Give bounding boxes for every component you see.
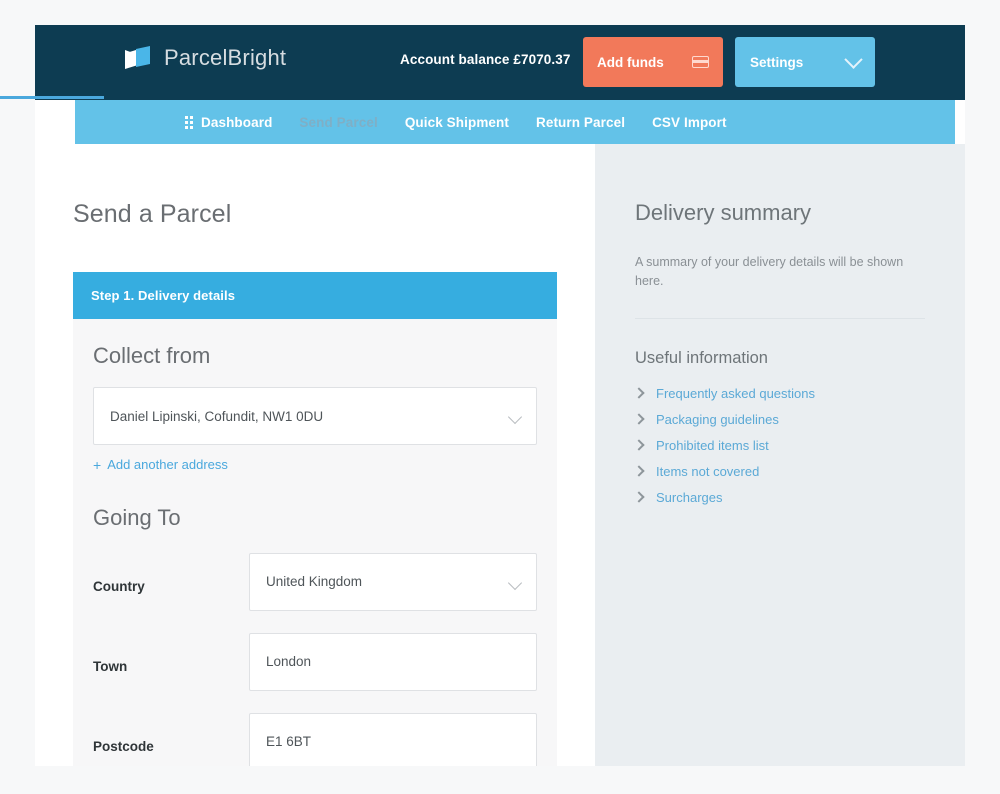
country-value: United Kingdom xyxy=(266,574,363,589)
settings-button[interactable]: Settings xyxy=(735,37,875,87)
settings-label: Settings xyxy=(750,54,804,70)
parcel-book-icon xyxy=(125,45,151,71)
chevron-right-icon xyxy=(633,387,645,399)
field-row-country: Country United Kingdom xyxy=(93,552,537,611)
useful-information-list: Frequently asked questions Packaging gui… xyxy=(633,385,925,505)
town-control xyxy=(249,632,537,691)
going-to-heading: Going To xyxy=(93,504,181,530)
collect-from-value: Daniel Lipinski, Cofundit, NW1 0DU xyxy=(110,408,324,424)
collect-from-select[interactable]: Daniel Lipinski, Cofundit, NW1 0DU xyxy=(93,387,537,445)
nav-label-return-parcel: Return Parcel xyxy=(535,114,626,130)
chevron-right-icon xyxy=(633,413,645,425)
add-another-address-link[interactable]: + Add another address xyxy=(93,457,228,472)
add-funds-label: Add funds xyxy=(597,54,664,70)
brand-name: ParcelBright xyxy=(164,45,287,70)
town-label: Town xyxy=(93,658,128,674)
add-funds-button[interactable]: Add funds xyxy=(583,37,723,87)
sidebar-divider xyxy=(635,317,925,319)
grid-dots-icon xyxy=(185,115,193,129)
credit-card-icon xyxy=(692,56,709,68)
nav-label-quick-shipment: Quick Shipment xyxy=(404,114,509,130)
field-row-postcode: Postcode xyxy=(93,712,537,766)
left-accent-rule xyxy=(0,96,104,99)
country-select[interactable]: United Kingdom xyxy=(249,552,537,611)
nav-label-send-parcel: Send Parcel xyxy=(299,114,378,130)
delivery-details-form: Collect from Daniel Lipinski, Cofundit, … xyxy=(73,319,557,766)
brand[interactable]: ParcelBright xyxy=(125,45,286,71)
country-control: United Kingdom xyxy=(249,552,537,611)
link-label: Prohibited items list xyxy=(656,437,769,453)
nav-item-return-parcel[interactable]: Return Parcel xyxy=(536,115,625,130)
plus-icon: + xyxy=(93,456,102,473)
top-bar: ParcelBright Account balance £7070.37 Ad… xyxy=(35,25,965,100)
postcode-label: Postcode xyxy=(93,738,154,754)
content-area: Send a Parcel Step 1. Delivery details C… xyxy=(35,144,965,766)
chevron-right-icon xyxy=(633,439,645,451)
nav-label-csv-import: CSV Import xyxy=(652,114,727,130)
chevron-down-icon xyxy=(844,49,863,69)
list-item[interactable]: Packaging guidelines xyxy=(633,411,925,427)
list-item[interactable]: Items not covered xyxy=(633,463,925,479)
list-item[interactable]: Frequently asked questions xyxy=(633,385,925,401)
nav-label-dashboard: Dashboard xyxy=(201,114,273,130)
list-item[interactable]: Prohibited items list xyxy=(633,437,925,453)
delivery-summary-description: A summary of your delivery details will … xyxy=(635,255,904,289)
step-header: Step 1. Delivery details xyxy=(73,272,557,319)
link-label: Frequently asked questions xyxy=(656,385,815,401)
postcode-control xyxy=(249,712,537,766)
app-window: ParcelBright Account balance £7070.37 Ad… xyxy=(35,25,965,766)
country-label: Country xyxy=(93,578,145,594)
link-label: Surcharges xyxy=(656,489,723,505)
chevron-down-icon xyxy=(507,575,523,590)
page-title: Send a Parcel xyxy=(73,200,232,228)
link-label: Packaging guidelines xyxy=(656,411,779,427)
collect-from-heading: Collect from xyxy=(93,343,211,368)
main-column: Send a Parcel Step 1. Delivery details C… xyxy=(35,144,595,766)
postcode-input[interactable] xyxy=(249,712,537,766)
field-row-town: Town xyxy=(93,632,537,691)
account-balance: Account balance £7070.37 xyxy=(400,52,571,67)
delivery-summary-title: Delivery summary xyxy=(635,200,812,225)
nav-item-dashboard[interactable]: Dashboard xyxy=(185,115,272,130)
nav-item-quick-shipment[interactable]: Quick Shipment xyxy=(405,115,509,130)
delivery-summary-sidebar: Delivery summary A summary of your deliv… xyxy=(595,144,965,766)
add-another-address-label: Add another address xyxy=(107,457,228,472)
chevron-right-icon xyxy=(633,491,645,503)
list-item[interactable]: Surcharges xyxy=(633,489,925,505)
town-input[interactable] xyxy=(249,632,537,691)
nav-item-send-parcel[interactable]: Send Parcel xyxy=(299,115,377,130)
chevron-right-icon xyxy=(633,465,645,477)
chevron-down-icon xyxy=(507,409,523,425)
useful-information-title: Useful information xyxy=(635,348,768,367)
page-root: ParcelBright Account balance £7070.37 Ad… xyxy=(0,0,1000,794)
link-label: Items not covered xyxy=(656,463,760,479)
primary-nav: Dashboard Send Parcel Quick Shipment Ret… xyxy=(75,100,955,144)
nav-item-csv-import[interactable]: CSV Import xyxy=(652,115,727,130)
